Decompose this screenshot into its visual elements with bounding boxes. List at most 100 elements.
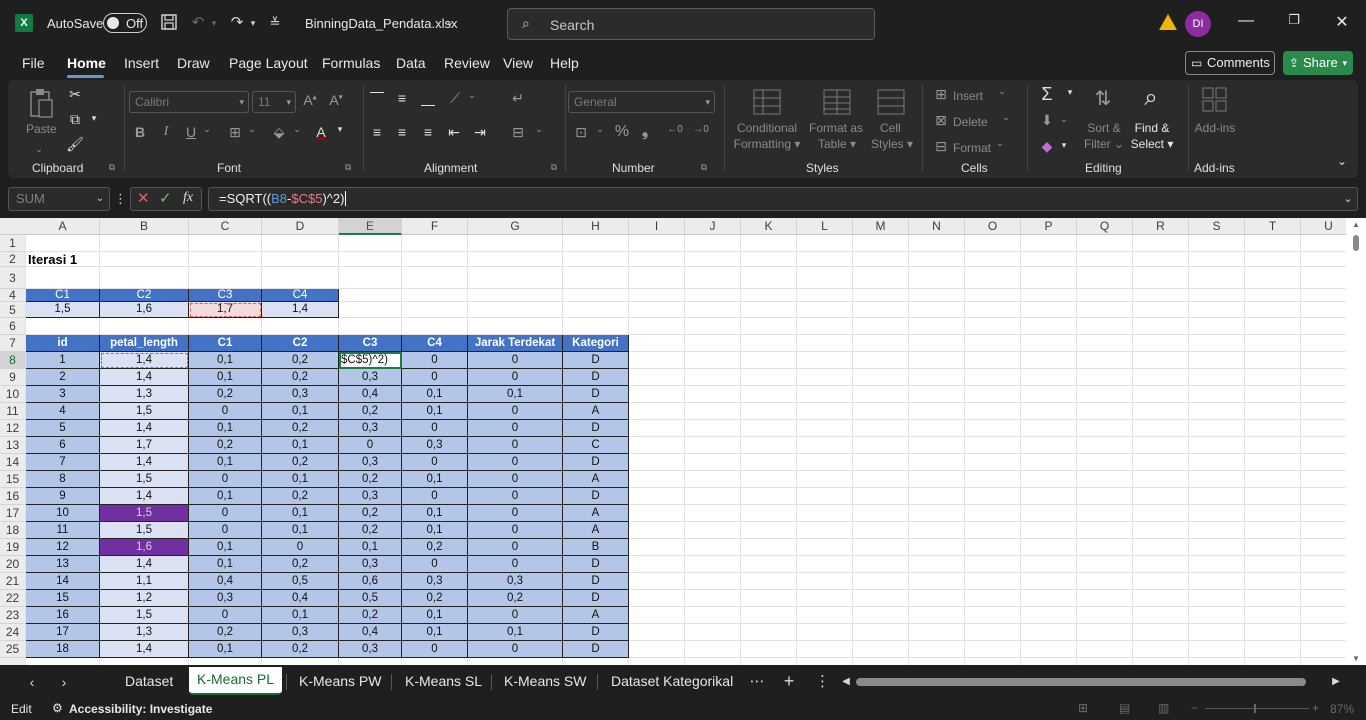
align-center-icon[interactable]: ≡ [393,124,411,140]
menu-home[interactable]: Home [67,55,106,71]
table-cell[interactable]: 2 [26,369,100,386]
table-cell[interactable]: 0,4 [262,590,339,607]
column-header[interactable]: R [1133,218,1189,235]
table-cell[interactable]: 0,3 [339,488,402,505]
table-cell[interactable]: 0 [468,420,563,437]
add-sheet-icon[interactable]: + [780,671,798,691]
tab-dataset[interactable]: Dataset [125,673,173,689]
table-cell[interactable]: 1,4 [100,352,189,369]
table-cell[interactable]: 0,1 [189,556,262,573]
table-cell[interactable]: 0,1 [189,454,262,471]
alignment-launcher-icon[interactable]: ⧉ [548,162,560,173]
table-cell[interactable]: 0,1 [402,624,468,641]
centroid-value[interactable]: 1,6 [100,302,189,318]
table-cell[interactable]: 0 [468,471,563,488]
font-color-dropdown-icon[interactable]: ▾ [334,124,346,135]
table-cell[interactable]: 3 [26,386,100,403]
row-header[interactable]: 10 [0,386,26,403]
delete-cells-label[interactable]: Delete [953,114,988,130]
delete-dropdown-icon[interactable]: ⌄ [1000,112,1012,123]
table-cell[interactable]: 0,1 [189,488,262,505]
table-cell[interactable]: 1,4 [100,488,189,505]
centroid-value[interactable]: 1,5 [26,302,100,318]
insert-dropdown-icon[interactable]: ⌄ [996,86,1008,97]
font-launcher-icon[interactable]: ⧉ [342,162,354,173]
table-cell[interactable]: 0,2 [468,590,563,607]
table-cell[interactable]: D [563,556,629,573]
table-header[interactable]: C4 [402,335,468,352]
row-header[interactable]: 2 [0,252,26,267]
table-cell[interactable]: 1,5 [100,505,189,522]
collapse-ribbon-icon[interactable]: ⌄ [1334,154,1350,168]
increase-indent-icon[interactable]: ⇥ [471,124,489,141]
table-cell[interactable]: 0,2 [189,624,262,641]
table-cell[interactable]: 0,1 [402,522,468,539]
decrease-font-icon[interactable]: A▾ [326,92,346,108]
table-cell[interactable]: C [563,437,629,454]
centroid-header[interactable]: C1 [26,289,100,302]
table-header[interactable]: C3 [339,335,402,352]
centroid-value[interactable]: 1,7 [189,302,262,318]
merge-dropdown-icon[interactable]: ⌄ [533,124,545,135]
table-cell[interactable]: 0,1 [468,386,563,403]
conditional-formatting-label-2[interactable]: Formatting ▾ [730,136,804,152]
sheet-title[interactable]: Iterasi 1 [28,252,77,267]
table-cell[interactable]: 0,1 [189,369,262,386]
font-color-icon[interactable]: A [312,124,330,140]
table-cell[interactable]: 0 [468,607,563,624]
table-cell[interactable]: 0,6 [339,573,402,590]
clear-icon[interactable]: ◆ [1038,138,1056,155]
sort-filter-label-2[interactable]: Filter ⌄ [1082,136,1126,152]
italic-icon[interactable]: I [158,124,174,140]
row-header[interactable]: 3 [0,267,26,289]
table-cell[interactable]: 4 [26,403,100,420]
cancel-icon[interactable]: ✕ [137,189,150,207]
redo-dropdown-icon[interactable]: ▾ [247,13,259,33]
table-cell[interactable]: 0,1 [262,522,339,539]
table-cell[interactable]: 0 [468,369,563,386]
fill-dropdown-icon[interactable]: ⌄ [291,124,303,135]
tab-k-means-sl[interactable]: K-Means SL [405,673,482,689]
table-cell[interactable]: 0,1 [402,403,468,420]
table-cell[interactable]: D [563,420,629,437]
column-header[interactable]: E [339,218,402,235]
tab-k-means-pl[interactable]: K-Means PL [189,667,283,695]
table-cell[interactable]: 0,3 [339,641,402,658]
table-cell[interactable]: 0,4 [339,386,402,403]
table-cell[interactable]: 0 [402,641,468,658]
table-cell[interactable]: 0,2 [262,641,339,658]
table-cell[interactable]: 1,3 [100,386,189,403]
row-header[interactable]: 11 [0,403,26,420]
table-cell[interactable]: 0,3 [262,386,339,403]
accounting-dropdown-icon[interactable]: ⌄ [594,124,606,135]
tab-k-means-sw[interactable]: K-Means SW [504,673,586,689]
accounting-format-icon[interactable]: ⊡ [570,124,592,141]
table-cell[interactable]: 1,4 [100,369,189,386]
vertical-scrollbar[interactable]: ▲ ▼ [1346,218,1366,665]
format-as-table-label[interactable]: Format as [808,120,864,136]
comma-style-icon[interactable]: ❟ [638,123,652,141]
bold-icon[interactable]: B [132,124,148,140]
table-cell[interactable]: 0,3 [468,573,563,590]
row-header[interactable]: 13 [0,437,26,454]
column-header[interactable]: N [909,218,965,235]
increase-font-icon[interactable]: A▴ [300,92,320,108]
table-cell[interactable]: 0,3 [262,624,339,641]
table-cell[interactable]: 0 [468,352,563,369]
comments-button[interactable]: ▭ Comments [1185,51,1275,75]
zoom-out-icon[interactable]: − [1191,701,1198,715]
table-cell[interactable]: 0,2 [339,403,402,420]
table-cell[interactable]: 16 [26,607,100,624]
table-cell[interactable]: 0,1 [262,471,339,488]
format-painter-icon[interactable]: 🖌 [66,136,84,153]
table-header[interactable]: C2 [262,335,339,352]
table-cell[interactable]: 0 [189,403,262,420]
more-options-icon[interactable]: ⋮ [114,189,127,209]
row-header[interactable]: 23 [0,607,26,624]
insert-function-icon[interactable]: fx [183,190,193,206]
scroll-left-icon[interactable]: ◀ [840,672,852,692]
table-header[interactable]: id [26,335,100,352]
table-cell[interactable]: 0 [402,556,468,573]
restore-icon[interactable]: ❐ [1274,12,1314,28]
table-cell[interactable]: 0,2 [262,556,339,573]
